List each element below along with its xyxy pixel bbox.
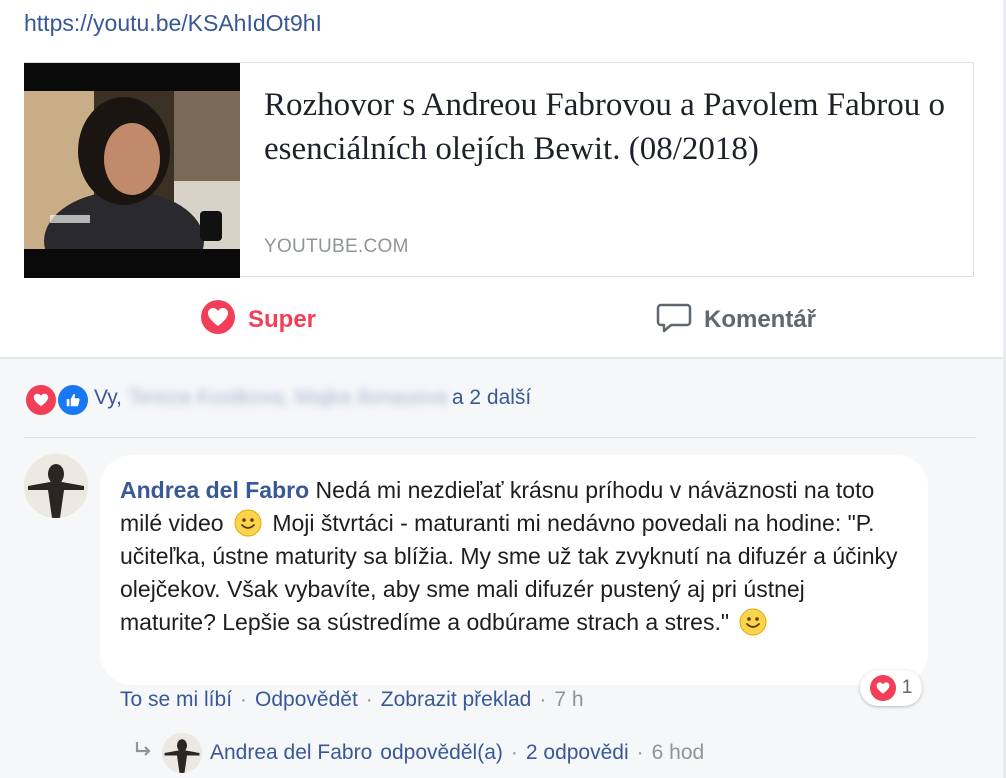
post-link[interactable]: https://youtu.be/KSAhIdOt9hI — [24, 10, 322, 37]
comment-button[interactable]: Komentář — [656, 290, 816, 350]
commenter-avatar[interactable] — [24, 454, 88, 518]
separator-dot: · — [539, 688, 547, 711]
super-label: Super — [248, 306, 317, 333]
separator-dot: · — [636, 741, 644, 764]
reactions-others[interactable]: a 2 další — [452, 386, 531, 410]
heart-icon — [869, 675, 896, 701]
comment-label: Komentář — [704, 306, 817, 333]
replies-row[interactable]: Andrea del Fabro odpověděl(a) · 2 odpově… — [132, 733, 704, 773]
reaction-icons — [24, 381, 94, 417]
reactions-you[interactable]: Vy, — [94, 386, 122, 410]
smile-emoji-icon — [234, 509, 262, 537]
comment-author[interactable]: Andrea del Fabro — [120, 477, 309, 503]
comment-actions: To se mi líbí · Odpovědět · Zobrazit pře… — [120, 688, 584, 712]
comment-reaction-badge[interactable]: 1 — [860, 670, 922, 706]
reply-comment-link[interactable]: Odpovědět — [255, 688, 358, 712]
reply-count-link[interactable]: 2 odpovědi — [526, 741, 629, 765]
smile-emoji-icon — [739, 608, 767, 636]
like-reaction-icon — [56, 383, 90, 417]
post-action-bar: Super Komentář — [0, 290, 1003, 350]
reactions-summary[interactable]: Vy, Tereza Kostkova, Majka Ilonauova a 2… — [24, 380, 531, 417]
love-reaction-icon — [24, 383, 58, 417]
reactions-names-blurred[interactable]: Tereza Kostkova, Majka Ilonauova — [128, 386, 448, 410]
comment-timestamp[interactable]: 7 h — [554, 688, 583, 712]
preview-title[interactable]: Rozhovor s Andreou Fabrovou a Pavolem Fa… — [264, 83, 954, 171]
comment-bubble: Andrea del Fabro Nedá mi nezdieľať krásn… — [100, 455, 928, 685]
like-comment-link[interactable]: To se mi líbí — [120, 688, 232, 712]
separator-dot: · — [510, 741, 518, 764]
super-reaction-button[interactable]: Super — [200, 290, 316, 350]
thumbnail-image — [24, 91, 240, 249]
heart-icon — [200, 299, 236, 342]
reaction-count: 1 — [901, 677, 913, 698]
reply-avatar — [162, 733, 202, 773]
reply-verb: odpověděl(a) — [380, 741, 503, 764]
reply-timestamp: 6 hod — [651, 741, 705, 764]
preview-domain: YOUTUBE.COM — [264, 236, 409, 257]
video-thumbnail[interactable] — [24, 63, 240, 278]
comment-bubble-icon — [656, 299, 692, 342]
separator-dot: · — [365, 688, 373, 711]
comments-divider — [24, 437, 976, 438]
link-preview-card[interactable]: Rozhovor s Andreou Fabrovou a Pavolem Fa… — [24, 62, 974, 278]
reply-author[interactable]: Andrea del Fabro — [210, 741, 372, 765]
reply-arrow-icon — [132, 739, 154, 767]
separator-dot: · — [240, 688, 248, 711]
translate-link[interactable]: Zobrazit překlad — [381, 688, 532, 712]
